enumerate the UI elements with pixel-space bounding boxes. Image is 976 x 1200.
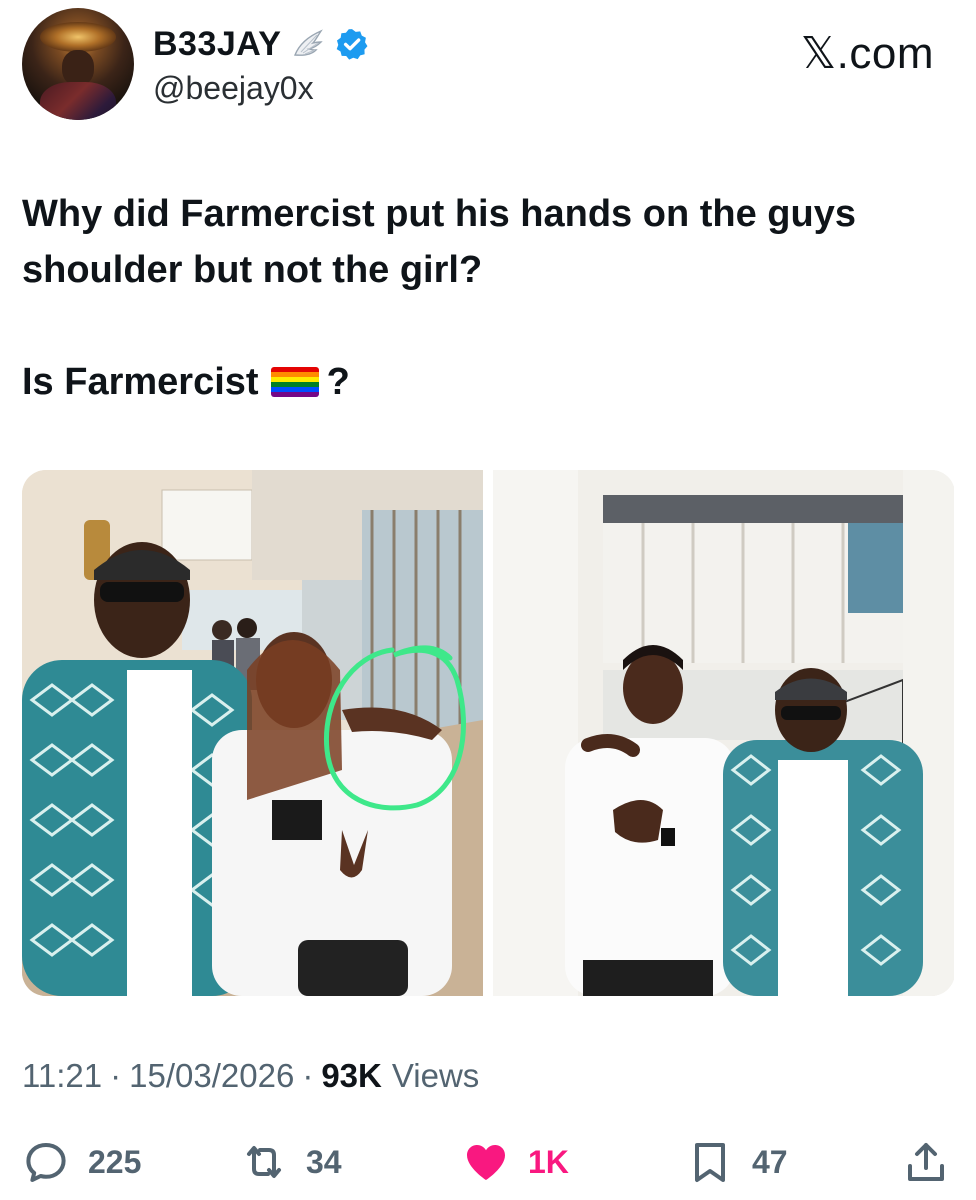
tweet-media	[22, 470, 955, 996]
tweet-text-line2: Is Farmercist ?	[22, 354, 957, 410]
repost-count: 34	[306, 1143, 342, 1180]
share-icon	[908, 1143, 944, 1181]
tweet-text-line2-prefix: Is Farmercist	[22, 361, 259, 403]
tweet-meta: 11:21 · 15/03/2026 · 93K Views	[22, 1056, 479, 1096]
avatar-robe	[40, 82, 116, 120]
rainbow-flag-icon	[270, 367, 319, 397]
tweet-text: Why did Farmercist put his hands on the …	[22, 186, 957, 410]
views-label: Views	[391, 1057, 480, 1094]
avatar-hat	[40, 22, 116, 52]
x-brand-logo: 𝕏.com	[800, 29, 934, 78]
tweet-date[interactable]: 15/03/2026	[129, 1057, 294, 1095]
tweet-text-line2-suffix: ?	[326, 361, 350, 403]
verified-check-icon	[337, 29, 368, 60]
bookmark-icon	[695, 1143, 725, 1182]
tweet-actions: 225 34 1K 47	[22, 1134, 957, 1190]
meta-separator: ·	[110, 1057, 122, 1094]
author-handle[interactable]: @beejay0x	[153, 70, 314, 107]
photo-1-scene	[22, 470, 483, 996]
author-name-row: B33JAY	[153, 22, 369, 66]
avatar-face	[62, 50, 94, 86]
tweet-header: B33JAY @beejay0x 𝕏.com	[0, 0, 976, 130]
bookmark-button[interactable]: 47	[686, 1138, 788, 1186]
reply-count: 225	[88, 1143, 142, 1180]
views-count: 93K	[321, 1057, 382, 1094]
repost-button[interactable]: 34	[240, 1138, 342, 1186]
repost-icon	[247, 1146, 281, 1178]
meta-separator: ·	[302, 1057, 314, 1094]
bookmark-count: 47	[752, 1143, 788, 1180]
reply-button[interactable]: 225	[22, 1138, 141, 1186]
share-button[interactable]	[902, 1138, 950, 1186]
author-display-name[interactable]: B33JAY	[153, 25, 281, 64]
like-button[interactable]: 1K	[462, 1138, 569, 1186]
photo-2-scene	[493, 470, 954, 996]
avatar[interactable]	[22, 8, 134, 120]
heart-icon	[467, 1145, 505, 1180]
media-photo-1[interactable]	[22, 470, 483, 996]
wing-icon	[294, 29, 324, 56]
like-count: 1K	[528, 1143, 569, 1180]
media-photo-2[interactable]	[493, 470, 954, 996]
tweet-text-line1: Why did Farmercist put his hands on the …	[22, 193, 856, 291]
reply-icon	[26, 1143, 66, 1182]
tweet-time[interactable]: 11:21	[22, 1057, 102, 1095]
